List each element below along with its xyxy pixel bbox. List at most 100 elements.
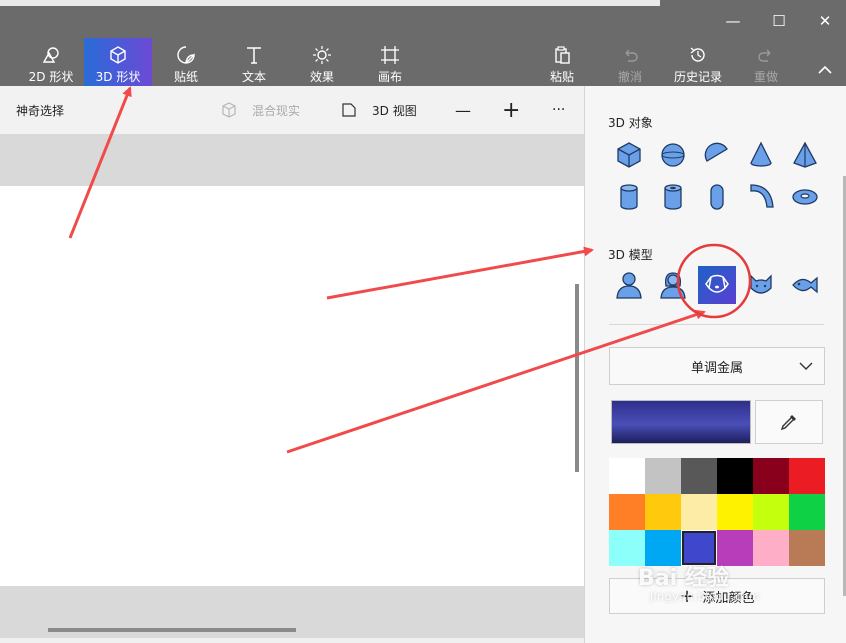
undo-icon xyxy=(620,44,640,66)
color-swatch[interactable] xyxy=(753,458,789,494)
watermark: Bai 经验 jingyan.baidu.com xyxy=(638,560,760,603)
3d-objects-title: 3D 对象 xyxy=(608,116,653,130)
current-color-swatch[interactable] xyxy=(611,400,751,444)
woman-icon xyxy=(660,272,686,299)
color-swatch[interactable] xyxy=(789,530,825,566)
woman-model-button[interactable] xyxy=(654,266,692,304)
eyedropper-icon xyxy=(780,415,796,431)
drawing-canvas[interactable] xyxy=(0,186,584,586)
tab-canvas[interactable]: 画布 xyxy=(366,38,414,86)
undo-button[interactable]: 撤消 xyxy=(608,38,652,86)
color-swatch[interactable] xyxy=(789,458,825,494)
tab-effects-label: 效果 xyxy=(309,70,334,84)
hemisphere-button[interactable] xyxy=(698,136,736,174)
fish-model-button[interactable] xyxy=(786,266,824,304)
3d-models-title: 3D 模型 xyxy=(608,248,653,262)
cylinder-icon xyxy=(620,184,638,210)
3d-cube-icon xyxy=(108,44,128,66)
tab-3d-shapes-label: 3D 形状 xyxy=(95,70,141,84)
color-swatch[interactable] xyxy=(645,458,681,494)
tab-text[interactable]: 文本 xyxy=(230,38,278,86)
paste-label: 粘贴 xyxy=(549,70,574,84)
eyedropper-button[interactable] xyxy=(755,400,823,444)
material-dropdown[interactable]: 单调金属 xyxy=(609,347,825,385)
cylinder-button[interactable] xyxy=(610,178,648,216)
color-swatch[interactable] xyxy=(717,494,753,530)
cube-icon xyxy=(617,142,641,168)
more-options-button[interactable]: ··· xyxy=(552,86,565,134)
dog-icon xyxy=(705,274,729,293)
color-swatch[interactable] xyxy=(609,458,645,494)
man-icon xyxy=(616,272,642,299)
hemisphere-icon xyxy=(704,142,728,162)
3d-view-button[interactable]: 3D 视图 xyxy=(340,86,417,134)
undo-label: 撤消 xyxy=(617,70,642,84)
cone-icon xyxy=(750,141,772,167)
horizontal-scrollbar[interactable] xyxy=(48,628,296,632)
tab-canvas-label: 画布 xyxy=(377,70,402,84)
tab-effects[interactable]: 效果 xyxy=(298,38,346,86)
magic-select-label: 神奇选择 xyxy=(16,103,65,118)
tab-3d-shapes[interactable]: 3D 形状 xyxy=(84,38,152,86)
history-icon xyxy=(688,44,708,66)
watermark-url: jingyan.baidu.com xyxy=(650,590,761,603)
watermark-brand: Bai 经验 xyxy=(638,566,729,591)
mixed-reality-label: 混合现实 xyxy=(252,103,301,118)
pyramid-icon xyxy=(793,141,817,168)
color-swatch[interactable] xyxy=(645,494,681,530)
tab-2d-shapes[interactable]: 2D 形状 xyxy=(20,38,82,86)
cone-button[interactable] xyxy=(742,136,780,174)
close-button[interactable]: ✕ xyxy=(810,8,840,34)
color-swatch[interactable] xyxy=(609,494,645,530)
redo-label: 重做 xyxy=(753,70,778,84)
capsule-icon xyxy=(710,184,724,210)
cat-model-button[interactable] xyxy=(742,266,780,304)
color-swatch[interactable] xyxy=(753,494,789,530)
tab-stickers[interactable]: 贴纸 xyxy=(162,38,210,86)
vertical-scrollbar[interactable] xyxy=(575,284,579,472)
status-strip xyxy=(0,638,584,643)
cube-button[interactable] xyxy=(610,136,648,174)
tab-2d-shapes-label: 2D 形状 xyxy=(28,70,74,84)
zoom-in-button[interactable]: + xyxy=(502,86,520,134)
text-icon xyxy=(244,44,264,66)
maximize-button[interactable]: ☐ xyxy=(764,8,794,34)
history-button[interactable]: 历史记录 xyxy=(670,38,726,86)
history-label: 历史记录 xyxy=(673,70,722,84)
magic-select-button[interactable]: 神奇选择 xyxy=(16,86,64,134)
minimize-button[interactable]: — xyxy=(718,8,748,34)
pyramid-button[interactable] xyxy=(786,136,824,174)
mixed-reality-button[interactable]: 混合现实 xyxy=(220,86,300,134)
3d-view-icon xyxy=(342,103,356,117)
tube-icon xyxy=(664,184,682,210)
sticker-icon xyxy=(176,44,196,66)
ribbon-toolbar: 2D 形状 3D 形状 贴纸 文本 效果 画布 粘贴 撤消 历史记录 重做 xyxy=(0,38,846,86)
redo-icon xyxy=(756,44,776,66)
material-value: 单调金属 xyxy=(690,360,743,376)
redo-button[interactable]: 重做 xyxy=(744,38,788,86)
cat-icon xyxy=(750,274,772,294)
color-swatch[interactable] xyxy=(681,458,717,494)
tube-button[interactable] xyxy=(654,178,692,216)
title-strip xyxy=(0,0,660,6)
chevron-up-icon xyxy=(818,65,832,74)
capsule-button[interactable] xyxy=(698,178,736,216)
color-swatch[interactable] xyxy=(681,494,717,530)
zoom-out-button[interactable]: — xyxy=(455,86,471,134)
secondary-toolbar: 神奇选择 混合现实 3D 视图 — + ··· xyxy=(0,86,584,134)
donut-button[interactable] xyxy=(786,178,824,216)
color-swatch[interactable] xyxy=(717,458,753,494)
elbow-pipe-button[interactable] xyxy=(742,178,780,216)
chevron-down-icon xyxy=(799,362,813,370)
tab-text-label: 文本 xyxy=(241,70,266,84)
fish-icon xyxy=(792,276,818,294)
man-model-button[interactable] xyxy=(610,266,648,304)
color-swatch[interactable] xyxy=(789,494,825,530)
panel-divider xyxy=(609,324,824,325)
collapse-ribbon-button[interactable] xyxy=(810,38,840,86)
paste-button[interactable]: 粘贴 xyxy=(540,38,584,86)
dog-model-button[interactable] xyxy=(698,266,736,304)
title-bar: — ☐ ✕ xyxy=(0,0,846,38)
donut-icon xyxy=(792,189,818,205)
sphere-button[interactable] xyxy=(654,136,692,174)
